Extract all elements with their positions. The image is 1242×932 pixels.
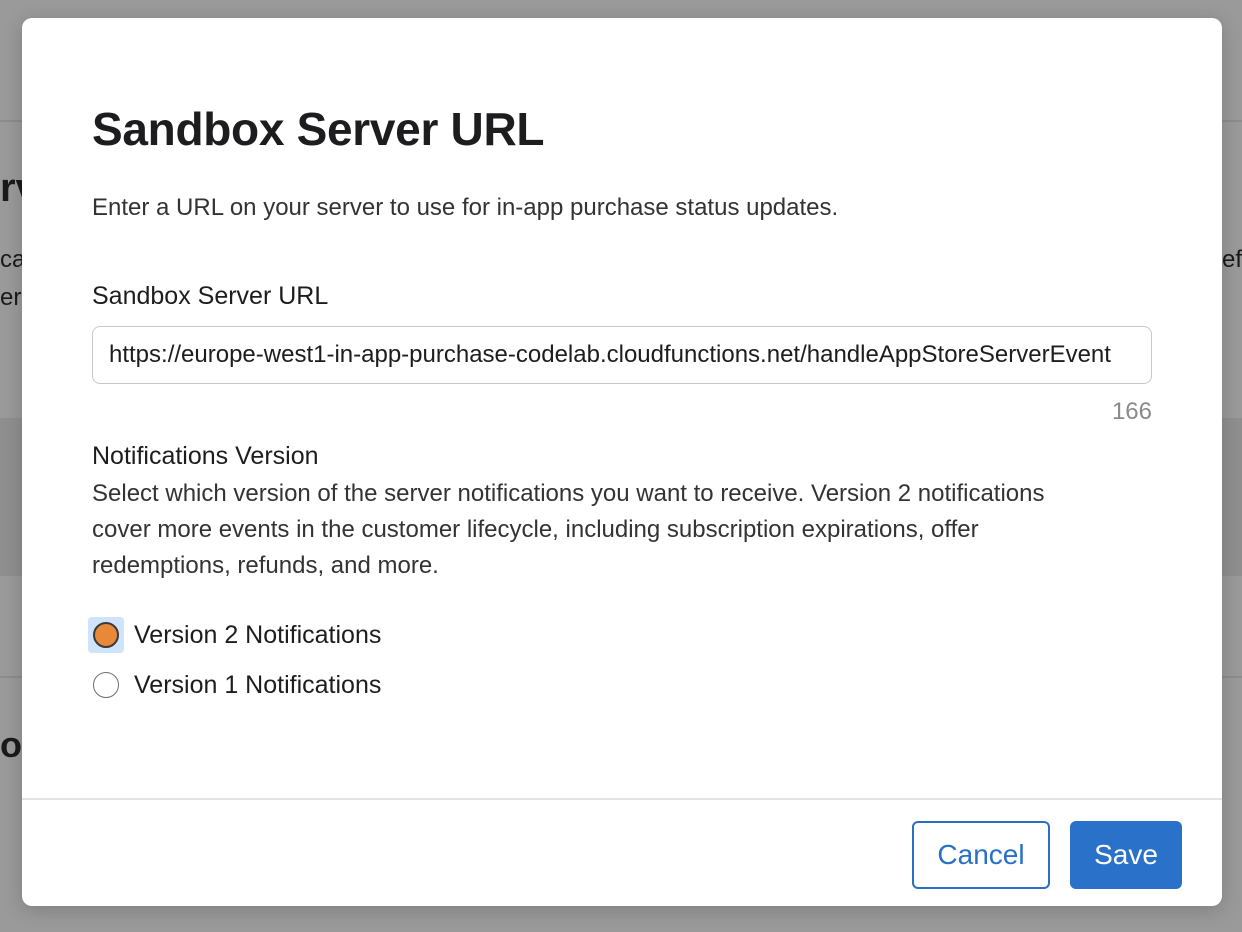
dialog-title: Sandbox Server URL <box>92 103 545 155</box>
url-field-label: Sandbox Server URL <box>92 282 329 310</box>
cancel-button[interactable]: Cancel <box>912 821 1050 889</box>
dialog-description: Enter a URL on your server to use for in… <box>92 194 839 221</box>
radio-label-version-2: Version 2 Notifications <box>134 620 382 649</box>
sandbox-url-dialog: Sandbox Server URL Enter a URL on your s… <box>22 18 1222 906</box>
radio-button-version-1[interactable] <box>93 672 119 698</box>
notifications-version-description: Select which version of the server notif… <box>92 480 1045 579</box>
radio-button-version-2[interactable] <box>93 622 119 648</box>
radio-option-version-1[interactable]: Version 1 Notifications <box>88 667 381 703</box>
radio-focus-ring <box>88 667 124 703</box>
radio-label-version-1: Version 1 Notifications <box>134 670 382 699</box>
radio-focus-ring <box>88 617 124 653</box>
character-count: 166 <box>1111 398 1152 425</box>
sandbox-url-input[interactable] <box>92 326 1152 384</box>
dialog-footer: Cancel Save <box>22 798 1222 906</box>
radio-option-version-2[interactable]: Version 2 Notifications <box>88 617 381 653</box>
background-text-fragment: er <box>0 284 22 311</box>
notifications-version-label: Notifications Version <box>92 442 319 470</box>
save-button[interactable]: Save <box>1070 821 1182 889</box>
background-heading-fragment: o <box>0 724 22 765</box>
background-text-fragment: efo <box>1222 246 1242 273</box>
